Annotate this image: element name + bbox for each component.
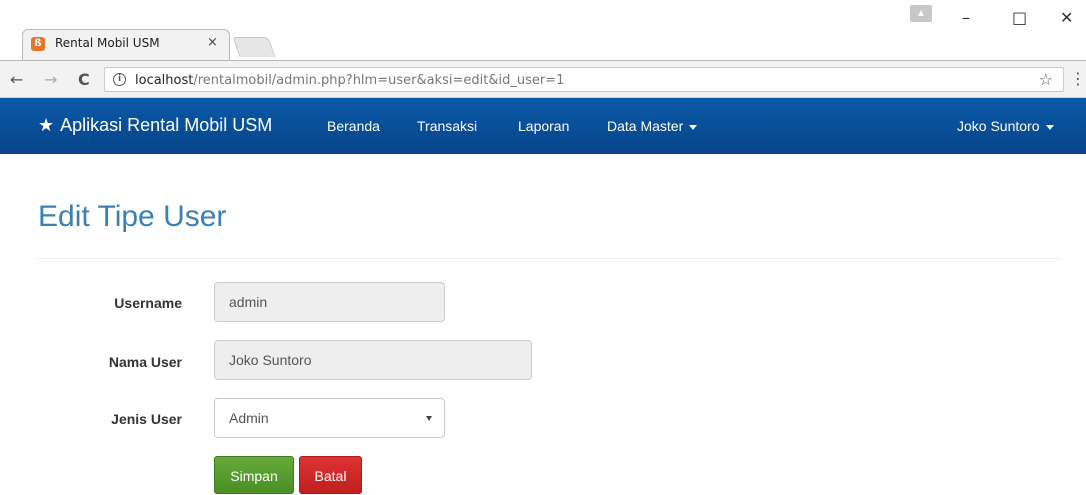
- nav-link-laporan[interactable]: Laporan: [518, 118, 569, 134]
- user-name: Joko Suntoro: [957, 118, 1040, 134]
- nav-link-data-master[interactable]: Data Master: [607, 118, 698, 134]
- caret-down-icon: [689, 124, 698, 130]
- info-icon[interactable]: i: [113, 73, 126, 86]
- nama-user-label: Nama User: [108, 354, 182, 370]
- profile-icon[interactable]: ▲: [910, 5, 932, 22]
- jenis-user-selected: Admin: [229, 410, 269, 426]
- browser-toolbar: ← → C i localhost/rentalmobil/admin.php?…: [0, 60, 1086, 98]
- back-icon[interactable]: ←: [10, 70, 23, 89]
- star-icon: ★: [38, 115, 55, 136]
- url-path: /rentalmobil/admin.php?hlm=user&aksi=edi…: [193, 73, 565, 88]
- nama-user-input[interactable]: Joko Suntoro: [214, 340, 532, 380]
- username-input[interactable]: admin: [214, 282, 445, 322]
- browser-menu-icon[interactable]: ⋮: [1070, 69, 1086, 88]
- jenis-user-select[interactable]: Admin: [214, 398, 445, 438]
- divider: [38, 258, 1062, 259]
- browser-tab-content: ß Rental Mobil USM ×: [22, 29, 230, 60]
- new-tab-button[interactable]: [232, 37, 276, 57]
- nav-link-beranda[interactable]: Beranda: [327, 118, 380, 134]
- xampp-favicon-icon: ß: [31, 37, 45, 51]
- jenis-user-label: Jenis User: [111, 411, 182, 427]
- select-arrow-icon: [426, 416, 432, 421]
- app-navbar: ★ Aplikasi Rental Mobil USM Beranda Trans…: [0, 98, 1086, 154]
- brand-label: Aplikasi Rental Mobil USM: [60, 115, 273, 135]
- window-close-icon[interactable]: ✕: [1060, 8, 1073, 27]
- navbar-brand[interactable]: ★ Aplikasi Rental Mobil USM: [38, 115, 272, 136]
- username-label: Username: [114, 295, 182, 311]
- user-menu[interactable]: Joko Suntoro: [957, 118, 1054, 134]
- bookmark-star-icon[interactable]: ☆: [1039, 70, 1053, 89]
- tab-close-icon[interactable]: ×: [207, 35, 218, 50]
- page-title: Edit Tipe User: [38, 200, 227, 233]
- address-bar[interactable]: i localhost/rentalmobil/admin.php?hlm=us…: [104, 67, 1064, 92]
- forward-icon[interactable]: →: [44, 70, 57, 89]
- simpan-button[interactable]: Simpan: [214, 456, 294, 494]
- reload-icon[interactable]: C: [78, 70, 90, 89]
- caret-down-icon: [1045, 124, 1054, 130]
- nav-link-data-master-label: Data Master: [607, 118, 684, 134]
- tab-title: Rental Mobil USM: [55, 36, 160, 50]
- browser-tabstrip: ß Rental Mobil USM × ▲ – □ ✕: [0, 0, 1086, 60]
- url-host: localhost: [135, 73, 194, 88]
- nav-link-transaksi[interactable]: Transaksi: [417, 118, 477, 134]
- minimize-icon[interactable]: –: [962, 8, 970, 27]
- maximize-icon[interactable]: □: [1012, 8, 1027, 27]
- url-text[interactable]: localhost/rentalmobil/admin.php?hlm=user…: [135, 73, 564, 88]
- batal-button[interactable]: Batal: [299, 456, 362, 494]
